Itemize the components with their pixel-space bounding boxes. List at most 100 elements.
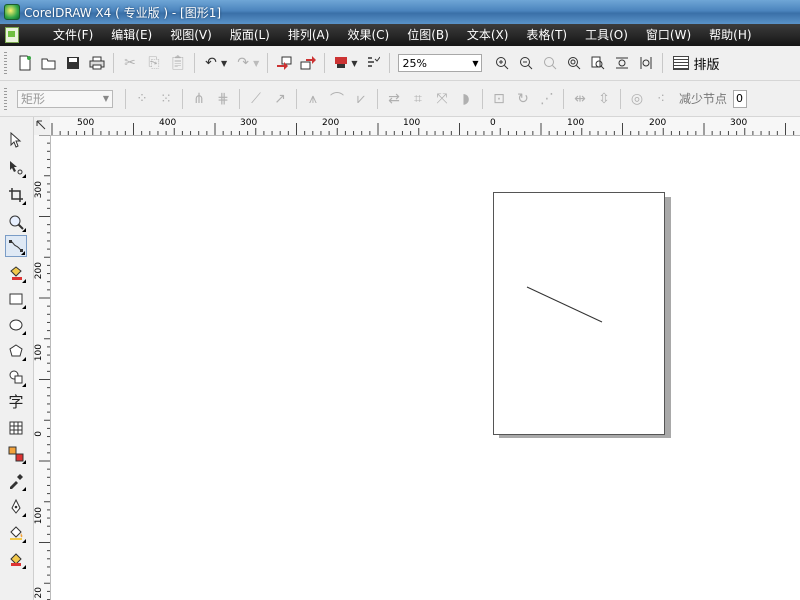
menu-layout[interactable]: 版面(L)	[221, 24, 279, 46]
curve-smoothness-field[interactable]: 0	[733, 89, 748, 108]
zoom-tool-icon[interactable]	[5, 211, 27, 233]
property-separator	[296, 88, 297, 109]
add-nodes-icon[interactable]: ⁘	[131, 88, 153, 110]
extend-curve-icon[interactable]: ⌗	[407, 88, 429, 110]
object-type-combo[interactable]: 矩形 ▼	[17, 89, 113, 108]
print-icon[interactable]	[86, 52, 108, 74]
zoom-to-selected-icon[interactable]	[539, 52, 561, 74]
property-bar-grip[interactable]	[4, 87, 7, 110]
standard-toolbar: ✂ ⎘ 📋︎ ↶ ▼ ↷ ▼ ▼ 25% ▼ 排版	[0, 46, 800, 81]
ruler-h-label: 100	[567, 118, 585, 128]
ellipse-tool-icon[interactable]	[5, 314, 27, 336]
application-launcher-icon[interactable]	[330, 52, 352, 74]
reflect-horizontal-icon[interactable]: ⇹	[569, 88, 591, 110]
document-icon[interactable]	[5, 27, 19, 43]
vertical-ruler[interactable]: 300 200 100 0 100 20	[33, 135, 51, 600]
freehand-tool-icon[interactable]	[5, 235, 27, 257]
coreldraw-app-icon[interactable]	[4, 4, 20, 20]
symmetrical-node-icon[interactable]: ⩗	[350, 88, 372, 110]
toolbar-grip[interactable]	[4, 52, 7, 74]
undo-dropdown-icon[interactable]: ▼	[221, 59, 227, 68]
stretch-nodes-icon[interactable]: ⊡	[488, 88, 510, 110]
menu-view[interactable]: 视图(V)	[161, 24, 221, 46]
extract-subpath-icon[interactable]: ⤧	[431, 88, 453, 110]
zoom-to-page-height-icon[interactable]	[635, 52, 657, 74]
menu-tools[interactable]: 工具(O)	[576, 24, 637, 46]
export-icon[interactable]	[297, 52, 319, 74]
menu-file[interactable]: 文件(F)	[33, 24, 102, 46]
redo-dropdown-icon[interactable]: ▼	[253, 59, 259, 68]
select-all-nodes-icon[interactable]: ⁖	[650, 88, 672, 110]
ruler-h-label: 400	[159, 118, 177, 128]
copy-icon[interactable]: ⎘	[143, 52, 165, 74]
menu-help[interactable]: 帮助(H)	[700, 24, 760, 46]
convert-to-curve-icon[interactable]: ↗	[269, 88, 291, 110]
smooth-node-icon[interactable]: ⌒	[326, 88, 348, 110]
convert-to-line-icon[interactable]: ⟋	[245, 88, 267, 110]
text-tool-icon[interactable]: 字	[5, 390, 27, 412]
ruler-v-label: 0	[34, 431, 44, 437]
menu-effects[interactable]: 效果(C)	[338, 24, 398, 46]
open-folder-icon[interactable]	[38, 52, 60, 74]
menu-window[interactable]: 窗口(W)	[637, 24, 700, 46]
drawing-canvas[interactable]	[51, 136, 800, 600]
reduce-nodes-button[interactable]: 减少节点	[679, 90, 727, 107]
auto-close-curve-icon[interactable]: ◗	[455, 88, 477, 110]
delete-nodes-icon[interactable]: ⁙	[155, 88, 177, 110]
rotate-nodes-icon[interactable]: ↻	[512, 88, 534, 110]
cusp-node-icon[interactable]: ⩚	[302, 88, 324, 110]
welcome-screen-icon[interactable]	[362, 52, 384, 74]
ruler-v-label: 300	[34, 181, 44, 199]
polygon-tool-icon[interactable]	[5, 340, 27, 362]
menu-bitmaps[interactable]: 位图(B)	[398, 24, 458, 46]
outline-pen-tool-icon[interactable]	[5, 496, 27, 518]
rectangle-tool-icon[interactable]	[5, 288, 27, 310]
eyedropper-tool-icon[interactable]	[5, 470, 27, 492]
shape-tool-icon[interactable]	[5, 157, 27, 179]
import-icon[interactable]	[273, 52, 295, 74]
table-tool-icon[interactable]	[5, 417, 27, 439]
drawing-page[interactable]	[493, 192, 665, 435]
basic-shapes-tool-icon[interactable]	[5, 366, 27, 388]
new-document-icon[interactable]	[14, 52, 36, 74]
save-icon[interactable]	[62, 52, 84, 74]
menu-edit[interactable]: 编辑(E)	[102, 24, 161, 46]
zoom-out-icon[interactable]	[515, 52, 537, 74]
crop-tool-icon[interactable]	[5, 184, 27, 206]
align-nodes-icon[interactable]: ⋰	[536, 88, 558, 110]
layout-button[interactable]: 排版	[673, 54, 719, 73]
property-separator	[125, 88, 126, 109]
zoom-in-icon[interactable]	[491, 52, 513, 74]
ruler-v-label: 100	[34, 507, 44, 525]
ruler-origin-corner[interactable]	[33, 117, 51, 136]
break-curve-icon[interactable]: ⋕	[212, 88, 234, 110]
property-bar: 矩形 ▼ ⁘ ⁙ ⋔ ⋕ ⟋ ↗ ⩚ ⌒ ⩗ ⇄ ⌗ ⤧ ◗ ⊡ ↻ ⋰ ⇹ ⇳…	[0, 81, 800, 117]
join-nodes-icon[interactable]: ⋔	[188, 88, 210, 110]
zoom-to-all-objects-icon[interactable]	[563, 52, 585, 74]
ruler-v-label: 100	[34, 344, 44, 362]
cut-icon[interactable]: ✂	[119, 52, 141, 74]
elastic-mode-icon[interactable]: ◎	[626, 88, 648, 110]
pick-tool-icon[interactable]	[5, 129, 27, 151]
layout-icon	[673, 56, 690, 70]
zoom-to-page-icon[interactable]	[587, 52, 609, 74]
redo-icon[interactable]: ↷	[232, 52, 254, 74]
ruler-v-label: 200	[34, 262, 44, 280]
zoom-to-page-width-icon[interactable]	[611, 52, 633, 74]
menu-arrange[interactable]: 排列(A)	[279, 24, 339, 46]
menu-text[interactable]: 文本(X)	[458, 24, 518, 46]
undo-icon[interactable]: ↶	[200, 52, 222, 74]
launcher-dropdown-icon[interactable]: ▼	[351, 59, 357, 68]
reflect-vertical-icon[interactable]: ⇳	[593, 88, 615, 110]
interactive-blend-tool-icon[interactable]	[5, 443, 27, 465]
zoom-level-combo[interactable]: 25% ▼	[398, 54, 483, 72]
menu-table[interactable]: 表格(T)	[517, 24, 576, 46]
interactive-fill-tool-icon[interactable]	[5, 548, 27, 570]
fill-tool-icon[interactable]	[5, 522, 27, 544]
smart-fill-tool-icon[interactable]	[5, 262, 27, 284]
reverse-direction-icon[interactable]: ⇄	[383, 88, 405, 110]
paste-icon[interactable]: 📋︎	[167, 52, 189, 74]
ruler-h-label: 300	[730, 118, 748, 128]
horizontal-ruler[interactable]: 500 400 300 200 100 0 100 200 300	[50, 117, 800, 136]
zoom-level-value: 25%	[402, 56, 427, 70]
